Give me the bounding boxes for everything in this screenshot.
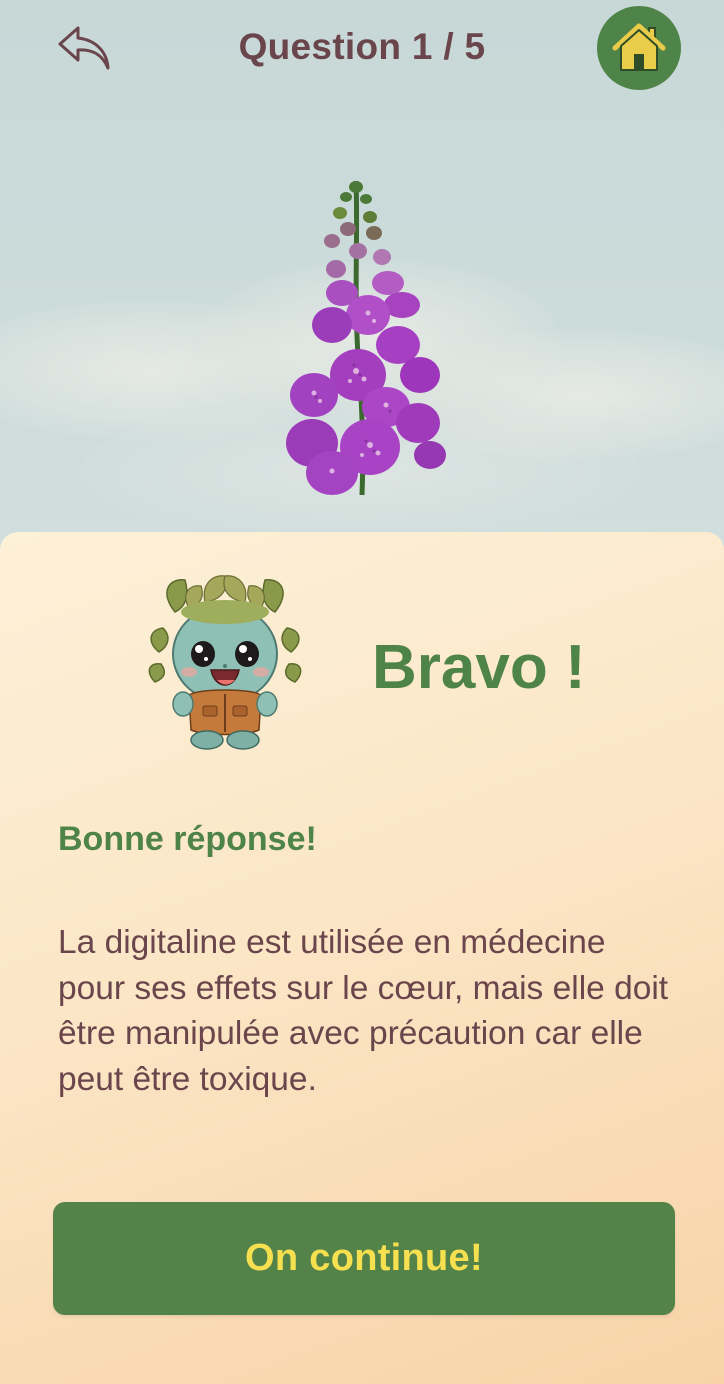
leafy-creature-mascot — [148, 575, 302, 750]
continue-button[interactable]: On continue! — [53, 1202, 675, 1315]
feedback-card: Bravo ! Bonne réponse! La digitaline est… — [0, 532, 724, 1384]
success-headline: Bravo ! — [372, 633, 586, 702]
answer-explanation: La digitaline est utilisée en médecine p… — [58, 924, 669, 1098]
answer-status: Bonne réponse! — [58, 820, 317, 858]
continue-button-label: On continue! — [245, 1237, 483, 1279]
question-image-area: Question 1 / 5 — [0, 0, 724, 560]
header: Question 1 / 5 — [0, 0, 724, 96]
foxglove-flower-image — [286, 180, 446, 496]
home-button[interactable] — [597, 6, 681, 90]
home-icon — [612, 23, 666, 71]
